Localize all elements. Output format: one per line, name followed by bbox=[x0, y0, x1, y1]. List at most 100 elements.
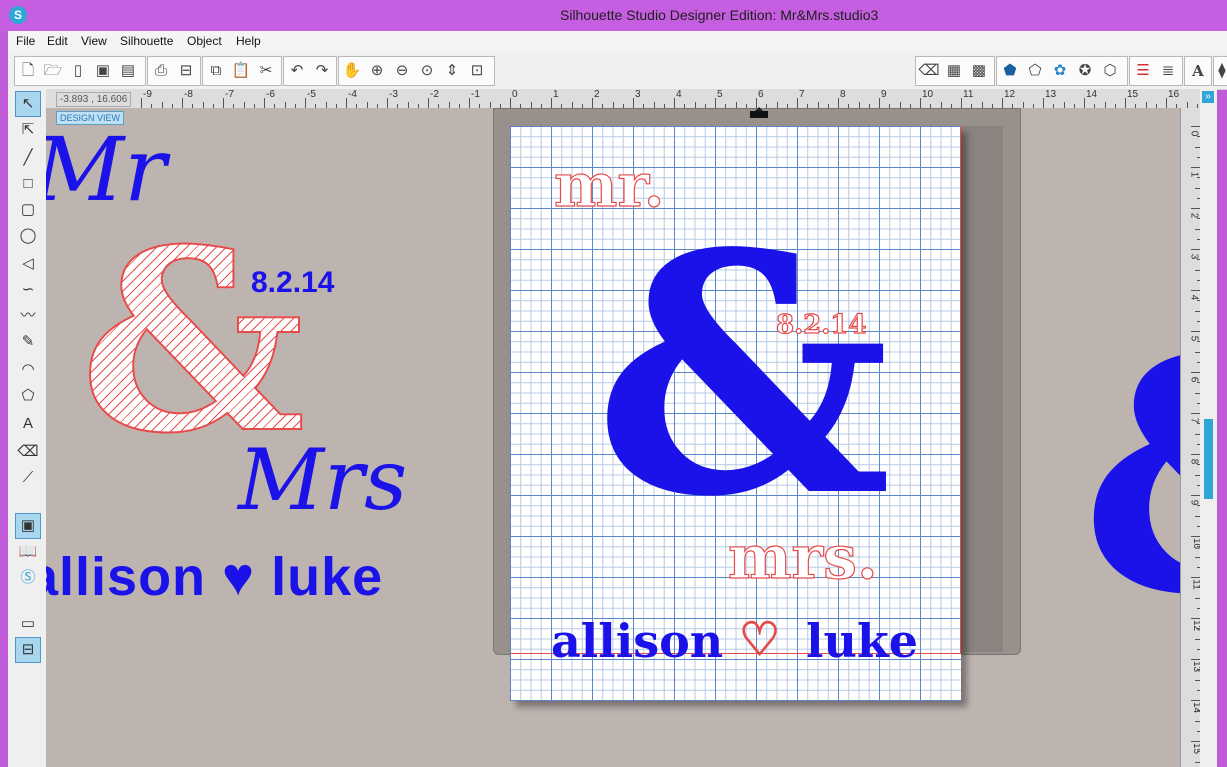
line-tools: ☰ ≣ bbox=[1129, 56, 1183, 86]
flower-icon[interactable]: ✿ bbox=[1049, 60, 1071, 82]
zoom-in-icon[interactable]: ⊕ bbox=[366, 60, 388, 82]
polygon-icon[interactable]: ◁ bbox=[15, 251, 41, 277]
select-icon[interactable]: ↖ bbox=[15, 91, 41, 117]
silhouette-store-icon[interactable]: Ⓢ bbox=[15, 565, 41, 591]
ruler-tick bbox=[1043, 98, 1044, 108]
expand-panel-icon[interactable]: » bbox=[1202, 91, 1214, 103]
heart-outline-icon[interactable]: ♡ bbox=[738, 615, 781, 663]
names-right-text[interactable]: luke bbox=[806, 618, 918, 664]
undo-icon[interactable]: ↶ bbox=[286, 60, 308, 82]
shape-icon[interactable]: ⬡ bbox=[1099, 60, 1121, 82]
rectangle-icon[interactable]: □ bbox=[15, 171, 41, 197]
paste-icon[interactable]: 📋 bbox=[230, 60, 252, 82]
eraser-tool-icon[interactable]: ⌫ bbox=[15, 439, 41, 465]
ruler-tick bbox=[633, 98, 634, 108]
file-tools: 🗋 🗁 ▯ ▣ ▤ bbox=[14, 56, 146, 86]
new-doc-icon[interactable]: 🗋 bbox=[17, 60, 39, 82]
date-outline-text[interactable]: 8.2.14 bbox=[775, 311, 867, 338]
menu-silhouette[interactable]: Silhouette bbox=[120, 34, 173, 48]
knife-icon[interactable]: ⟋ bbox=[15, 465, 41, 491]
mrs-outline-text[interactable]: mrs. bbox=[727, 527, 878, 588]
ruler-tick bbox=[592, 98, 593, 108]
library-icon[interactable]: 📖 bbox=[15, 539, 41, 565]
menu-object[interactable]: Object bbox=[187, 34, 222, 48]
ruler-label: 9 bbox=[881, 89, 887, 100]
fill-icon[interactable]: ▦ bbox=[943, 60, 965, 82]
menu-view[interactable]: View bbox=[81, 34, 107, 48]
ampersand-striped-text[interactable]: & bbox=[79, 215, 307, 467]
ruler-tick bbox=[879, 98, 880, 108]
text-tools: A bbox=[1184, 56, 1212, 86]
copy-icon[interactable]: ⧉ bbox=[205, 60, 227, 82]
text-icon[interactable]: A bbox=[15, 411, 41, 437]
menu-file[interactable]: File bbox=[16, 34, 35, 48]
design-view-label: DESIGN VIEW bbox=[56, 111, 125, 125]
ruler-label: 7 bbox=[799, 89, 805, 100]
mat-margin bbox=[961, 126, 1003, 652]
single-view-icon[interactable]: ▭ bbox=[15, 611, 41, 637]
open-icon[interactable]: 🗁 bbox=[42, 60, 64, 82]
replicate-icon[interactable]: ⧫ bbox=[1211, 60, 1227, 82]
toolbar: 🗋 🗁 ▯ ▣ ▤ ⎙ ⊟ ⧉ 📋 ✂ ↶ ↷ ✋ ⊕ ⊖ ⊙ ⇕ ⊡ ⌫ ▦ … bbox=[8, 51, 1227, 90]
ampersand-text[interactable]: & bbox=[594, 210, 892, 540]
names-left-text[interactable]: allison bbox=[551, 618, 723, 664]
ellipse-icon[interactable]: ◯ bbox=[15, 223, 41, 249]
ruler-label: -2 bbox=[430, 89, 439, 100]
pan-icon[interactable]: ✋ bbox=[341, 60, 363, 82]
ruler-tick bbox=[387, 98, 388, 108]
drag-zoom-icon[interactable]: ⇕ bbox=[441, 60, 463, 82]
menu-edit[interactable]: Edit bbox=[47, 34, 68, 48]
arc-icon[interactable]: ◠ bbox=[15, 357, 41, 383]
coordinate-readout: -3.893 , 16.606 bbox=[56, 92, 132, 107]
mrs-script-text[interactable]: Mrs bbox=[238, 438, 407, 522]
ruler-label: 0 bbox=[512, 89, 518, 100]
redo-icon[interactable]: ↷ bbox=[311, 60, 333, 82]
save-icon[interactable]: ▣ bbox=[92, 60, 114, 82]
ruler-label: 12 bbox=[1004, 89, 1016, 100]
fit-page-icon[interactable]: ⊡ bbox=[466, 60, 488, 82]
names-text-left[interactable]: allison ♥ luke bbox=[46, 546, 383, 608]
line-style-icon[interactable]: ≣ bbox=[1157, 60, 1179, 82]
mat-origin-bar bbox=[750, 111, 768, 118]
line-icon[interactable]: ╱ bbox=[15, 145, 41, 171]
star-icon[interactable]: ✪ bbox=[1074, 60, 1096, 82]
curve-icon[interactable]: ∽ bbox=[15, 277, 41, 303]
menu-help[interactable]: Help bbox=[236, 34, 261, 48]
print-cut-icon[interactable]: ⊟ bbox=[175, 60, 197, 82]
text-style-icon[interactable]: A bbox=[1187, 60, 1209, 82]
ruler-tick bbox=[715, 98, 716, 108]
texture-icon[interactable]: ▩ bbox=[968, 60, 990, 82]
rounded-rect-icon[interactable]: ▢ bbox=[15, 197, 41, 223]
clipboard-tools: ⧉ 📋 ✂ bbox=[202, 56, 282, 86]
design-page[interactable]: mr. & 8.2.14 mrs. allison ♡ luke bbox=[510, 126, 961, 701]
pentagon-outline-icon[interactable]: ⬠ bbox=[1024, 60, 1046, 82]
line-color-icon[interactable]: ☰ bbox=[1132, 60, 1154, 82]
ruler-tick bbox=[920, 98, 921, 108]
cut-icon[interactable]: ✂ bbox=[255, 60, 277, 82]
menu-bar: File Edit View Silhouette Object Help bbox=[8, 31, 1227, 51]
ruler-label: 13 bbox=[1045, 89, 1057, 100]
vertical-scrollbar-thumb[interactable] bbox=[1204, 419, 1213, 499]
ruler-tick bbox=[264, 98, 265, 108]
window-title: Silhouette Studio Designer Edition: Mr&M… bbox=[560, 7, 879, 23]
ruler-tick bbox=[551, 98, 552, 108]
design-page-icon[interactable]: ▣ bbox=[15, 513, 41, 539]
date-text-left[interactable]: 8.2.14 bbox=[251, 266, 334, 300]
freehand-icon[interactable]: 〰 bbox=[15, 303, 41, 329]
app-icon[interactable]: S bbox=[9, 6, 27, 24]
pencil-icon[interactable]: ✎ bbox=[15, 329, 41, 355]
pentagon-fill-icon[interactable]: ⬟ bbox=[999, 60, 1021, 82]
ruler-label: -9 bbox=[143, 89, 152, 100]
ruler-label: -6 bbox=[266, 89, 275, 100]
print-icon[interactable]: ⎙ bbox=[150, 60, 172, 82]
title-bar: S Silhouette Studio Designer Edition: Mr… bbox=[0, 0, 1227, 31]
split-view-icon[interactable]: ⊟ bbox=[15, 637, 41, 663]
regular-polygon-icon[interactable]: ⬠ bbox=[15, 383, 41, 409]
ruler-tick bbox=[305, 98, 306, 108]
save-library-icon[interactable]: ▤ bbox=[117, 60, 139, 82]
zoom-out-icon[interactable]: ⊖ bbox=[391, 60, 413, 82]
zoom-select-icon[interactable]: ⊙ bbox=[416, 60, 438, 82]
edit-points-icon[interactable]: ⇱ bbox=[15, 117, 41, 143]
eraser-icon[interactable]: ⌫ bbox=[918, 60, 940, 82]
save-device-icon[interactable]: ▯ bbox=[67, 60, 89, 82]
